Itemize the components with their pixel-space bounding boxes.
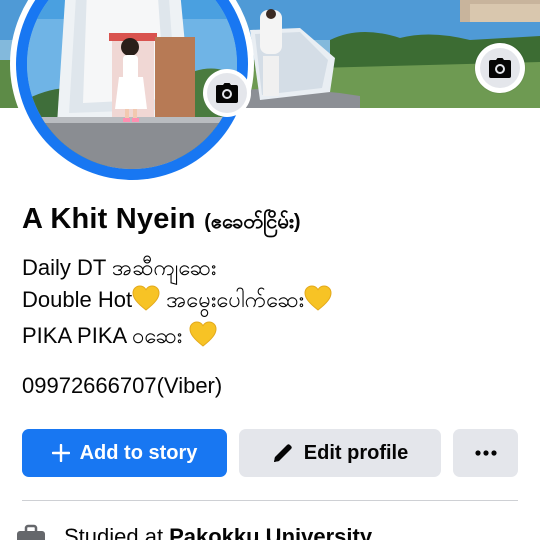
more-dots-icon — [474, 450, 497, 456]
bio-line-text: Double Hot — [22, 287, 133, 312]
avatar-camera-button[interactable] — [203, 69, 251, 117]
camera-icon — [216, 83, 238, 103]
bio-line: Daily DT အဆီကျဆေး — [22, 252, 332, 284]
bio-line-text: PIKA PIKA ၀ဆေး — [22, 323, 189, 348]
section-divider — [22, 500, 518, 501]
plus-icon — [51, 444, 70, 462]
profile-alternate-name: (ဧခေတ်ငြိမ်း) — [204, 211, 301, 233]
profile-phone: 09972666707(Viber) — [22, 373, 223, 398]
profile-avatar[interactable] — [10, 0, 254, 186]
yellow-heart-icon — [188, 321, 217, 356]
add-to-story-button[interactable]: Add to story — [22, 429, 227, 477]
studied-at-row: Studied at Pakokku University — [16, 524, 372, 540]
cover-camera-button[interactable] — [475, 43, 525, 93]
yellow-heart-icon — [132, 285, 160, 320]
profile-name: A Khit Nyein — [22, 203, 196, 235]
more-options-button[interactable] — [453, 429, 518, 477]
briefcase-icon — [16, 524, 46, 540]
studied-school-link[interactable]: Pakokku University — [169, 524, 372, 540]
yellow-heart-icon — [304, 285, 332, 320]
bio-line: PIKA PIKA ၀ဆေး — [22, 320, 332, 356]
profile-bio: Daily DT အဆီကျဆေး Double Hot အမွေးပေါက်ဆ… — [22, 252, 332, 356]
profile-page: A Khit Nyein (ဧခေတ်ငြိမ်း) Daily DT အဆီက… — [0, 0, 540, 540]
profile-name-row: A Khit Nyein (ဧခေတ်ငြိမ်း) — [22, 203, 301, 238]
edit-profile-button[interactable]: Edit profile — [239, 429, 441, 477]
studied-prefix: Studied at — [64, 524, 164, 540]
bio-line-text: Daily DT အဆီကျဆေး — [22, 255, 217, 280]
camera-icon — [489, 58, 511, 78]
pencil-icon — [272, 442, 294, 464]
bio-line: Double Hot အမွေးပေါက်ဆေး — [22, 284, 332, 320]
bio-line-suffix: အမွေးပေါက်ဆေး — [160, 287, 305, 312]
add-to-story-label: Add to story — [79, 441, 198, 464]
edit-profile-label: Edit profile — [303, 441, 409, 464]
